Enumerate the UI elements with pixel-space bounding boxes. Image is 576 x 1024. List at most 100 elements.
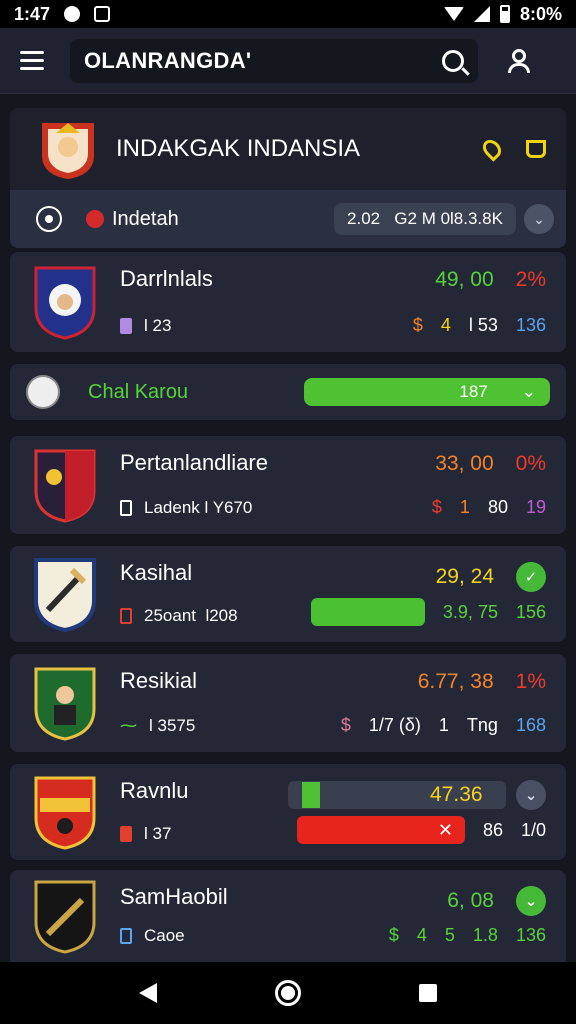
team-card[interactable]: Ravnlu l 37 47.36 ⌄ ✕ 86 1/0 bbox=[10, 764, 566, 860]
team-crest-icon bbox=[34, 449, 96, 523]
team-score: 6, 08 bbox=[447, 889, 494, 912]
team-meta: l 37 bbox=[144, 824, 172, 843]
team-percent: 1% bbox=[515, 670, 546, 693]
team-stat: 80 bbox=[487, 497, 508, 517]
league-sub-label: Indetah bbox=[112, 207, 179, 230]
team-stat: 1.8 bbox=[472, 925, 498, 945]
team-stat: Tng bbox=[466, 715, 498, 735]
team-stat: 136 bbox=[515, 315, 546, 335]
wifi-icon bbox=[443, 7, 464, 21]
chevron-down-icon[interactable]: ⌄ bbox=[524, 204, 554, 234]
team-red-bar: ✕ bbox=[296, 816, 465, 844]
home-icon[interactable] bbox=[275, 980, 301, 1006]
league-subbar: Indetah 2.02 G2 M 0l8.3.8K ⌄ bbox=[10, 190, 566, 248]
team-score: 6.77, 38 bbox=[417, 670, 494, 693]
chevron-down-icon[interactable]: ⌄ bbox=[522, 382, 536, 402]
team-card[interactable]: Pertanlandliare Ladenk l Y670 33, 00 0% … bbox=[10, 436, 566, 534]
filter-icon[interactable] bbox=[36, 206, 62, 232]
menu-icon[interactable] bbox=[20, 51, 44, 70]
team-score-fill bbox=[302, 782, 320, 808]
team-meta: Ladenk l Y670 bbox=[144, 498, 253, 517]
team-stat: l 53 bbox=[468, 315, 498, 335]
league-crest-icon bbox=[42, 123, 94, 179]
team-score-bar: 47.36 bbox=[288, 781, 506, 809]
team-score: 29, 24 bbox=[435, 565, 494, 588]
team-stat: 156 bbox=[515, 601, 546, 622]
team-meta: 25oant l208 bbox=[144, 606, 238, 625]
team-crest-icon bbox=[34, 266, 96, 340]
team-odds-symbol: $ bbox=[412, 315, 423, 335]
team-score: 33, 00 bbox=[435, 452, 494, 475]
close-icon[interactable]: ✕ bbox=[438, 820, 453, 841]
battery-icon bbox=[499, 5, 510, 23]
league-card[interactable]: INDAKGAK INDANSIA Indetah 2.02 G2 M 0l8.… bbox=[10, 108, 566, 248]
team-progress-bar bbox=[310, 598, 425, 626]
team-score: 47.36 bbox=[430, 783, 483, 806]
team-badge-icon bbox=[120, 500, 132, 516]
battery-percent: 8:0% bbox=[519, 3, 562, 24]
live-icon bbox=[86, 210, 104, 228]
team-crest-icon bbox=[34, 776, 96, 850]
team-stat: 5 bbox=[444, 925, 455, 945]
team-score: 49, 00 bbox=[435, 268, 494, 291]
team-name: Resikial bbox=[120, 668, 198, 693]
recents-icon[interactable] bbox=[419, 984, 437, 1002]
trophy-icon[interactable] bbox=[526, 140, 546, 158]
team-stat: 1 bbox=[459, 497, 470, 517]
status-time: 1:47 bbox=[14, 3, 51, 24]
team-name: Kasihal bbox=[120, 560, 193, 585]
team-stat: 4 bbox=[440, 315, 451, 335]
team-stat: 4 bbox=[416, 925, 427, 945]
team-badge-icon bbox=[120, 928, 132, 944]
team-stat: 1 bbox=[438, 715, 449, 735]
team-meta: Caoe bbox=[144, 926, 185, 945]
team-badge-icon bbox=[120, 318, 132, 334]
team-name: Ravnlu bbox=[120, 778, 189, 803]
title-box: OLANRANGDA' bbox=[70, 38, 478, 83]
team-meta: l 3575 bbox=[149, 716, 196, 735]
team-crest-icon bbox=[34, 558, 96, 632]
team-card[interactable]: Kasihal 25oant l208 29, 24 ✓ 3.9, 75 156 bbox=[10, 546, 566, 642]
back-icon[interactable] bbox=[139, 983, 157, 1003]
team-stat: 19 bbox=[525, 497, 546, 517]
team-card[interactable]: Resikial ⁓ l 3575 6.77, 38 1% $ 1/7 (δ) 1… bbox=[10, 654, 566, 752]
league-stat-pill: 2.02 G2 M 0l8.3.8K bbox=[334, 203, 516, 235]
team-card[interactable]: Darrlnlals l 23 49, 00 2% $ 4 l 53 136 bbox=[10, 252, 566, 352]
team-stat: 86 bbox=[482, 819, 503, 840]
team-bar-value: 3.9, 75 bbox=[442, 601, 498, 622]
check-icon[interactable]: ✓ bbox=[516, 562, 546, 592]
app-title: OLANRANGDA' bbox=[84, 47, 252, 73]
team-odds-symbol: $ bbox=[388, 925, 399, 945]
team-odds-symbol: $ bbox=[340, 715, 351, 735]
team-name: Darrlnlals bbox=[120, 266, 213, 291]
player-spotlight[interactable]: Chal Karou 187 ⌄ bbox=[10, 364, 566, 420]
app-bar: OLANRANGDA' bbox=[0, 28, 576, 94]
team-odds-symbol: $ bbox=[431, 497, 442, 517]
team-name: SamHaobil bbox=[120, 884, 228, 909]
system-nav-bar bbox=[0, 962, 576, 1024]
team-badge-icon: ⁓ bbox=[120, 716, 137, 735]
team-badge-icon bbox=[120, 608, 132, 624]
team-badge-icon bbox=[120, 826, 132, 842]
player-value: 187 bbox=[459, 382, 488, 401]
notification-icon-2 bbox=[94, 6, 111, 22]
team-card[interactable]: SamHaobil Caoe 6, 08 ⌄ $ 4 5 1.8 136 bbox=[10, 870, 566, 962]
status-bar: 1:47 8:0% bbox=[0, 0, 576, 28]
team-crest-icon bbox=[34, 880, 96, 954]
team-stat: 168 bbox=[515, 715, 546, 735]
team-percent: 2% bbox=[515, 268, 546, 291]
player-progress-bar: 187 ⌄ bbox=[304, 378, 550, 406]
chevron-down-icon[interactable]: ⌄ bbox=[516, 780, 546, 810]
team-stat: 136 bbox=[515, 925, 546, 945]
team-meta: l 23 bbox=[144, 316, 172, 335]
league-name: INDAKGAK INDANSIA bbox=[116, 135, 361, 162]
search-icon[interactable] bbox=[442, 49, 464, 72]
team-stat: 1/7 (δ) bbox=[368, 715, 421, 735]
location-pin-icon[interactable] bbox=[479, 136, 505, 162]
notification-icon bbox=[64, 6, 81, 22]
team-percent: 0% bbox=[515, 452, 546, 475]
player-name: Chal Karou bbox=[88, 380, 189, 403]
user-icon[interactable] bbox=[508, 48, 530, 73]
check-icon[interactable]: ⌄ bbox=[516, 886, 546, 916]
avatar bbox=[26, 375, 60, 409]
